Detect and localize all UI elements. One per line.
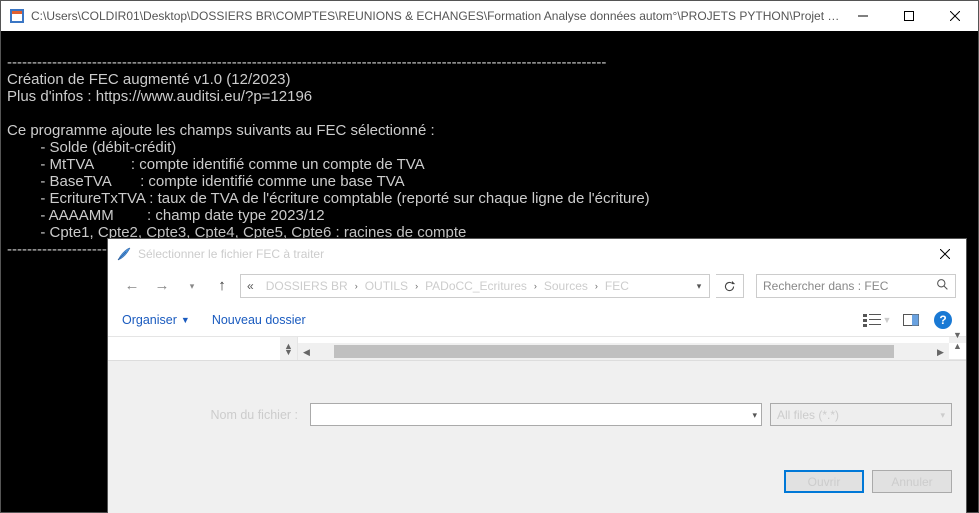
dialog-title-bar: Sélectionner le fichier FEC à traiter: [108, 239, 966, 269]
breadcrumb-item[interactable]: FEC: [599, 275, 635, 297]
file-open-dialog: Sélectionner le fichier FEC à traiter ← …: [107, 238, 967, 513]
main-title-bar: C:\Users\COLDIR01\Desktop\DOSSIERS BR\CO…: [1, 1, 978, 31]
tree-scrollbar[interactable]: ▲▼: [280, 337, 297, 360]
list-hscrollbar[interactable]: ◀▶: [298, 343, 949, 360]
file-list: Nom Modifié le Type Taille 2021123124/11…: [298, 337, 966, 360]
new-folder-button[interactable]: Nouveau dossier: [212, 312, 306, 328]
console-output: ----------------------------------------…: [1, 31, 978, 512]
breadcrumb-bar[interactable]: « DOSSIERS BR› OUTILS› PADoCC_Ecritures›…: [240, 274, 710, 298]
preview-pane-button[interactable]: [894, 308, 928, 332]
filetype-select[interactable]: All files (*.*)▾: [770, 403, 952, 426]
maximize-button[interactable]: [886, 1, 932, 31]
breadcrumb-item[interactable]: OUTILS: [359, 275, 414, 297]
breadcrumb-item[interactable]: Sources: [538, 275, 594, 297]
minimize-button[interactable]: [840, 1, 886, 31]
dialog-title-text: Sélectionner le fichier FEC à traiter: [138, 246, 924, 262]
search-placeholder: Rechercher dans : FEC: [763, 278, 888, 294]
filename-label: Nom du fichier :: [122, 407, 302, 423]
view-mode-button[interactable]: ▼: [860, 308, 894, 332]
cancel-button[interactable]: Annuler: [872, 470, 952, 493]
organize-menu[interactable]: Organiser ▼: [122, 312, 190, 328]
nav-up-button[interactable]: ↑: [210, 274, 234, 298]
refresh-button[interactable]: [716, 274, 744, 298]
nav-recent-button[interactable]: ▾: [180, 274, 204, 298]
close-button[interactable]: [932, 1, 978, 31]
breadcrumb-item[interactable]: DOSSIERS BR: [260, 275, 354, 297]
dialog-close-button[interactable]: [924, 239, 966, 269]
nav-forward-button[interactable]: →: [150, 274, 174, 298]
list-vscrollbar[interactable]: ▲▼: [949, 337, 966, 343]
breadcrumb-item[interactable]: PADoCC_Ecritures: [419, 275, 533, 297]
main-title-text: C:\Users\COLDIR01\Desktop\DOSSIERS BR\CO…: [31, 9, 840, 23]
feather-icon: [116, 246, 132, 262]
search-icon: [936, 278, 949, 295]
folder-tree[interactable]: PADoCC_Ecritures Bases calculées Bases c…: [108, 337, 298, 360]
filename-input[interactable]: ▾: [310, 403, 762, 426]
breadcrumb-dropdown-icon[interactable]: ▾: [689, 278, 709, 294]
app-icon: [9, 8, 25, 24]
search-input[interactable]: Rechercher dans : FEC: [756, 274, 956, 298]
breadcrumb-overflow-icon[interactable]: «: [241, 278, 260, 294]
nav-back-button[interactable]: ←: [120, 274, 144, 298]
open-button[interactable]: Ouvrir: [784, 470, 864, 493]
